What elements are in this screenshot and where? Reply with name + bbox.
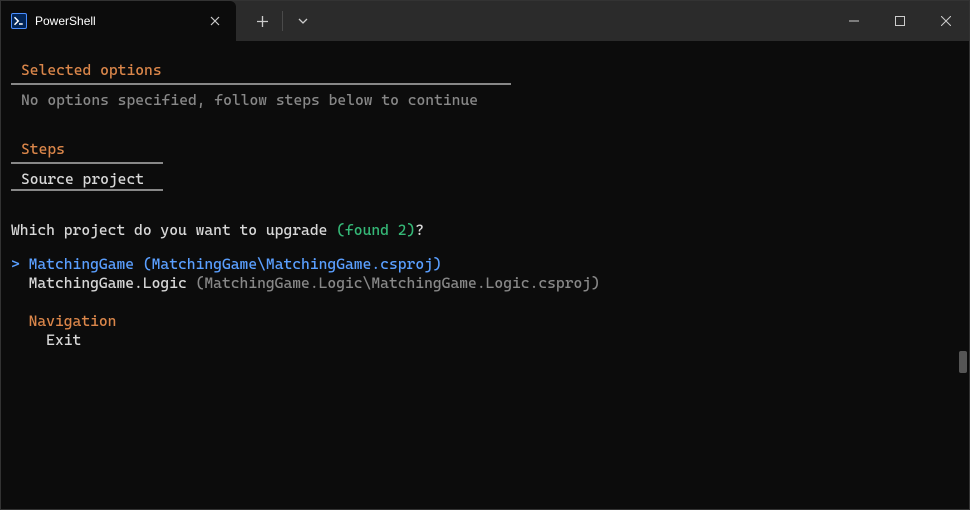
window-controls xyxy=(831,1,969,41)
navigation-header: Navigation xyxy=(11,312,959,332)
nav-exit-option[interactable]: Exit xyxy=(11,331,959,351)
upgrade-prompt: Which project do you want to upgrade (fo… xyxy=(11,221,959,241)
selected-options-body: No options specified, follow steps below… xyxy=(11,91,959,111)
powershell-icon xyxy=(11,13,27,29)
new-tab-button[interactable] xyxy=(244,1,280,41)
found-count: (found 2) xyxy=(336,221,415,239)
titlebar: PowerShell xyxy=(1,1,969,41)
divider xyxy=(282,11,283,31)
tab-strip-actions xyxy=(236,1,321,41)
header-rule xyxy=(11,189,163,191)
selected-project-path: (MatchingGame\MatchingGame.csproj) xyxy=(134,255,442,273)
prompt-prefix: Which project do you want to upgrade xyxy=(11,221,336,239)
selected-project-name: MatchingGame xyxy=(29,255,134,273)
titlebar-drag-area[interactable] xyxy=(321,1,831,41)
selected-options-header: Selected options xyxy=(11,61,959,83)
header-rule xyxy=(11,83,511,85)
project-option-unselected[interactable]: MatchingGame.Logic (MatchingGame.Logic\M… xyxy=(11,274,959,294)
unselected-project-name: MatchingGame.Logic xyxy=(29,274,196,292)
prompt-suffix: ? xyxy=(415,221,424,239)
step-source-project: Source project xyxy=(11,170,959,190)
header-rule xyxy=(11,162,163,164)
project-option-selected[interactable]: > MatchingGame (MatchingGame\MatchingGam… xyxy=(11,255,959,275)
unselected-project-path: (MatchingGame.Logic\MatchingGame.Logic.c… xyxy=(196,274,600,292)
tab-title: PowerShell xyxy=(35,14,198,28)
steps-header: Steps xyxy=(11,140,959,162)
terminal-content[interactable]: Selected options No options specified, f… xyxy=(1,41,969,509)
tab-powershell[interactable]: PowerShell xyxy=(1,1,236,41)
nav-header-text: Navigation xyxy=(29,312,117,330)
minimize-button[interactable] xyxy=(831,1,877,41)
selection-caret: > xyxy=(11,255,20,273)
maximize-button[interactable] xyxy=(877,1,923,41)
close-window-button[interactable] xyxy=(923,1,969,41)
exit-label: Exit xyxy=(46,331,81,349)
scrollbar-thumb[interactable] xyxy=(959,351,967,373)
tab-close-button[interactable] xyxy=(206,12,224,30)
tab-dropdown-button[interactable] xyxy=(285,1,321,41)
